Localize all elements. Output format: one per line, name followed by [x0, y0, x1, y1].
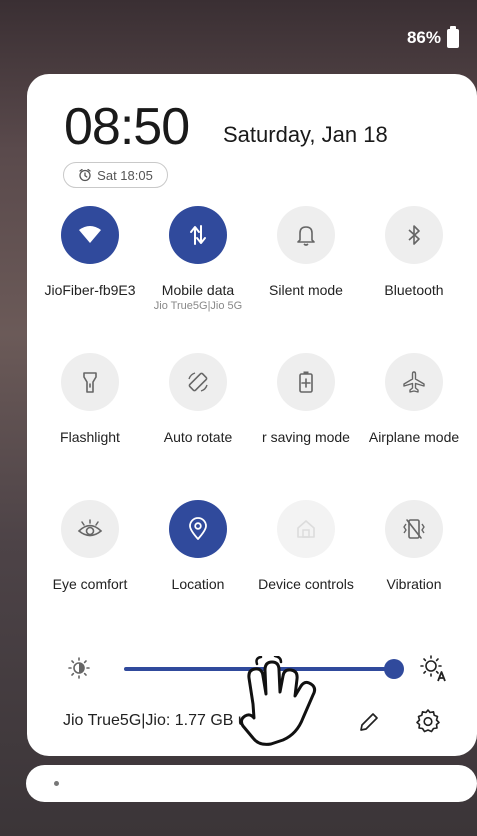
tile-label: r saving mode — [262, 429, 350, 445]
tile-label: Vibration — [386, 576, 442, 592]
alarm-clock-icon — [79, 168, 91, 182]
brightness-low-icon — [68, 657, 90, 679]
tile-airplane-mode[interactable]: Airplane mode — [354, 353, 474, 445]
wifi-icon — [79, 226, 101, 243]
alarm-time: Sat 18:05 — [97, 167, 153, 183]
bottom-handle-bar[interactable] — [26, 765, 477, 802]
tile-mobile-data[interactable]: Mobile data Jio True5G|Jio 5G — [138, 206, 258, 312]
edit-icon[interactable] — [357, 710, 381, 734]
auto-brightness-icon[interactable] — [419, 654, 447, 682]
tile-silent-mode[interactable]: Silent mode — [246, 206, 366, 298]
tile-sublabel: Jio True5G|Jio 5G — [153, 300, 243, 312]
status-bar: 86% — [406, 25, 459, 48]
tile-label: Eye comfort — [52, 576, 128, 592]
touch-hand-icon — [239, 656, 317, 746]
clock-time[interactable]: 08:50 — [64, 97, 190, 157]
tile-auto-rotate[interactable]: Auto rotate — [138, 353, 258, 445]
tile-label: JioFiber-fb9E3 — [44, 282, 136, 298]
quick-settings-panel: 08:50 Saturday, Jan 18 Sat 18:05 JioFibe… — [27, 74, 477, 756]
tile-battery-saver[interactable]: r saving mode — [246, 353, 366, 445]
tile-label: Bluetooth — [384, 282, 444, 298]
vibration-icon — [403, 519, 425, 539]
battery-saver-icon — [299, 371, 313, 393]
mobile-data-icon — [190, 225, 206, 245]
tile-eye-comfort[interactable]: Eye comfort — [30, 500, 150, 592]
battery-icon — [447, 25, 459, 48]
gear-icon[interactable] — [415, 708, 441, 734]
tile-label: Auto rotate — [163, 429, 233, 445]
clock-date[interactable]: Saturday, Jan 18 — [223, 122, 388, 148]
bell-icon — [297, 226, 315, 246]
bottom-dot — [54, 781, 59, 786]
tile-vibration[interactable]: Vibration — [354, 500, 474, 592]
home-icon — [297, 520, 315, 538]
bluetooth-icon — [408, 225, 420, 245]
rotate-icon — [188, 372, 208, 392]
tile-label: Device controls — [258, 576, 354, 592]
tile-label: Silent mode — [269, 282, 343, 298]
eye-icon — [77, 519, 103, 537]
brightness-slider-thumb[interactable] — [384, 659, 404, 679]
tile-label: Mobile data — [161, 282, 235, 298]
alarm-chip[interactable]: Sat 18:05 — [63, 162, 168, 188]
tile-device-controls[interactable]: Device controls — [246, 500, 366, 592]
flashlight-icon — [83, 372, 97, 393]
tile-wifi[interactable]: JioFiber-fb9E3 — [30, 206, 150, 298]
tile-label: Location — [171, 576, 225, 592]
tile-flashlight[interactable]: Flashlight — [30, 353, 150, 445]
location-icon — [189, 517, 207, 540]
tile-label: Airplane mode — [368, 429, 460, 445]
tile-location[interactable]: Location — [138, 500, 258, 592]
battery-percent: 86% — [406, 28, 441, 47]
airplane-icon — [403, 371, 425, 393]
tile-bluetooth[interactable]: Bluetooth — [354, 206, 474, 298]
tile-label: Flashlight — [60, 429, 120, 445]
